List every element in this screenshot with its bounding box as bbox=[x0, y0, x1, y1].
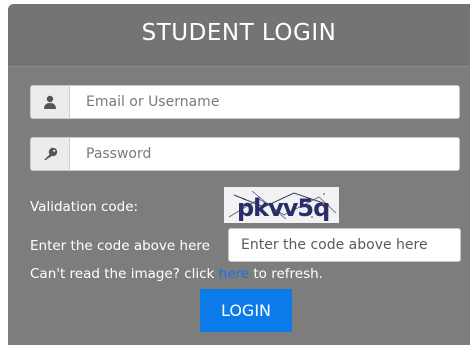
refresh-captcha-link[interactable]: here bbox=[219, 266, 249, 282]
login-button[interactable]: LOGIN bbox=[200, 289, 292, 332]
page-title: STUDENT LOGIN bbox=[141, 20, 337, 46]
validation-code-label: Validation code: bbox=[30, 199, 139, 215]
refresh-suffix: to refresh. bbox=[249, 266, 323, 282]
email-input-group bbox=[30, 85, 460, 119]
password-input-group bbox=[30, 137, 460, 171]
captcha-code-input[interactable] bbox=[228, 228, 461, 262]
password-field[interactable] bbox=[69, 138, 459, 170]
refresh-hint: Can't read the image? click here to refr… bbox=[30, 266, 323, 282]
captcha-text: pkvv5q bbox=[237, 194, 329, 222]
code-prompt-label: Enter the code above here bbox=[30, 238, 210, 254]
refresh-prefix: Can't read the image? click bbox=[30, 266, 219, 282]
email-field[interactable] bbox=[69, 86, 459, 118]
login-panel: STUDENT LOGIN Validation code: bbox=[8, 4, 470, 345]
captcha-image: pkvv5q bbox=[224, 187, 339, 223]
key-icon bbox=[31, 138, 70, 170]
panel-header: STUDENT LOGIN bbox=[8, 4, 470, 67]
user-icon bbox=[31, 86, 70, 118]
